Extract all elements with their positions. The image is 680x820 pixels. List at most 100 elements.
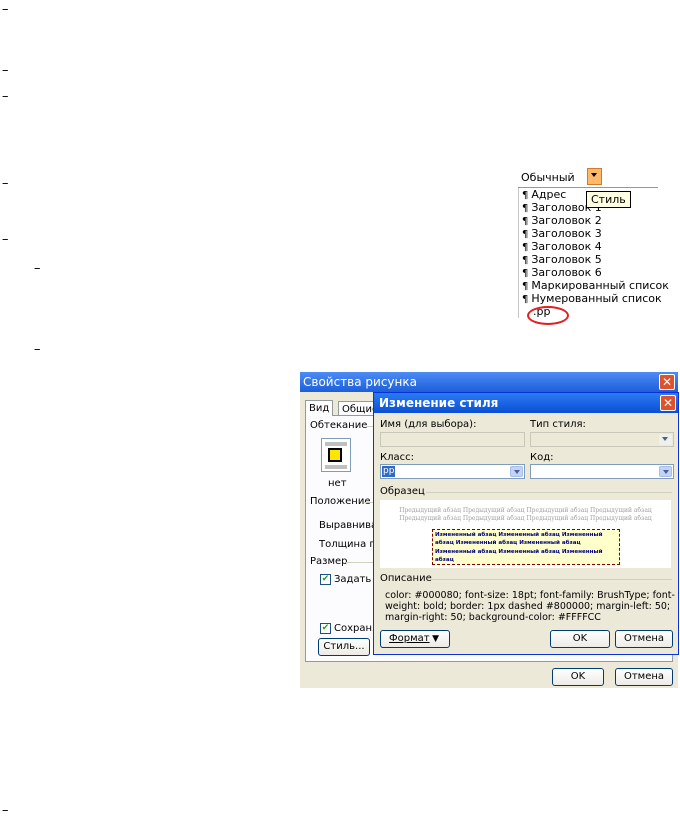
wrap-none-option[interactable]	[321, 438, 351, 472]
checkmark-icon: ✔	[321, 623, 330, 633]
wrap-group-label: Обтекание	[310, 420, 368, 431]
close-icon: ✕	[662, 396, 674, 410]
style-combo-arrow-button[interactable]	[587, 168, 602, 185]
keep-ratio-checkbox[interactable]: ✔	[320, 623, 331, 634]
style-combo[interactable]: Обычный	[518, 167, 658, 188]
chevron-down-icon	[662, 437, 668, 441]
dropdown-button	[510, 466, 523, 477]
style-ok-button[interactable]: OK	[550, 630, 610, 648]
code-select[interactable]	[530, 464, 674, 479]
chevron-down-icon	[514, 470, 520, 474]
modified-paragraph-line: абзац Измененный абзац Измененный абзац	[435, 540, 581, 547]
group-divider	[426, 492, 672, 493]
picture-dialog-close-button[interactable]: ✕	[659, 374, 675, 390]
set-size-checkbox[interactable]: ✔	[320, 574, 331, 585]
style-item-heading-2[interactable]: ¶ Заголовок 2	[519, 214, 659, 227]
style-item-heading-3[interactable]: ¶ Заголовок 3	[519, 227, 659, 240]
style-item-label: Адрес	[531, 188, 567, 201]
position-group-label: Положение	[310, 496, 371, 507]
chevron-down-icon	[591, 173, 597, 177]
highlight-circle	[527, 306, 569, 325]
pilcrow-icon: ¶	[522, 190, 529, 201]
pilcrow-icon: ¶	[522, 281, 529, 292]
dash-marker: –	[2, 63, 9, 78]
modified-paragraph-sample: Измененный абзац Измененный абзац Измене…	[432, 529, 620, 565]
pilcrow-icon: ¶	[522, 242, 529, 253]
class-label: Класс:	[380, 452, 414, 463]
pilcrow-icon: ¶	[522, 216, 529, 227]
style-item-heading-6[interactable]: ¶ Заголовок 6	[519, 266, 659, 279]
style-type-select[interactable]	[530, 432, 674, 447]
ok-label: OK	[572, 633, 588, 644]
dash-marker: –	[2, 176, 9, 191]
class-select-value: pp	[382, 466, 396, 477]
style-item-label: Заголовок 2	[531, 214, 602, 227]
description-group-label: Описание	[380, 573, 432, 584]
picture-icon	[328, 448, 342, 462]
style-description-text: color: #000080; font-size: 18pt; font-fa…	[385, 590, 675, 623]
pilcrow-icon: ¶	[522, 229, 529, 240]
group-divider	[346, 562, 376, 563]
picture-cancel-button[interactable]: Отмена	[615, 668, 673, 686]
style-item-label: Маркированный список	[531, 279, 669, 292]
modified-paragraph-line: Измененный абзац Измененный абзац Измене…	[435, 532, 603, 538]
tab-view[interactable]: Вид	[305, 400, 334, 416]
style-combo-value: Обычный	[521, 171, 575, 184]
style-dropdown-panel: Обычный ¶ Адрес ¶ Заголовок 1 ¶ Заголовок 2…	[518, 167, 669, 325]
dash-marker: –	[34, 342, 41, 357]
dash-marker: –	[2, 89, 9, 104]
wrap-none-label: нет	[328, 478, 347, 489]
previous-paragraph-text: Предыдущий абзац Предыдущий абзац Предыд…	[399, 507, 652, 514]
change-style-dialog: Изменение стиля ✕ Имя (для выбора): Тип …	[373, 392, 679, 655]
class-select[interactable]: pp	[380, 464, 525, 479]
group-divider	[430, 579, 672, 580]
previous-paragraph-text: Предыдущий абзац Предыдущий абзац Предыд…	[399, 515, 652, 522]
style-type-label: Тип стиля:	[530, 419, 586, 430]
close-icon: ✕	[661, 375, 673, 389]
dash-marker: –	[2, 232, 9, 247]
style-dialog-close-button[interactable]: ✕	[660, 395, 676, 411]
style-button[interactable]: Стиль...	[318, 638, 370, 656]
style-cancel-button[interactable]: Отмена	[615, 630, 673, 648]
picture-dialog-title: Свойства рисунка	[303, 375, 417, 389]
style-item-label: Заголовок 4	[531, 240, 602, 253]
format-menu-button[interactable]: Формат ▼	[380, 630, 450, 648]
style-tooltip: Стиль	[586, 191, 631, 208]
dropdown-button	[659, 434, 672, 445]
name-field[interactable]	[380, 432, 525, 447]
modified-paragraph-line: абзац	[435, 557, 454, 564]
style-sample-preview: Предыдущий абзац Предыдущий абзац Предыд…	[380, 500, 671, 568]
sample-group-label: Образец	[380, 486, 425, 497]
style-button-label: Стиль...	[323, 641, 365, 652]
style-item-heading-5[interactable]: ¶ Заголовок 5	[519, 253, 659, 266]
pilcrow-icon: ¶	[522, 203, 529, 214]
picture-dialog-titlebar: Свойства рисунка ✕	[300, 372, 678, 392]
style-dialog-title: Изменение стиля	[379, 396, 499, 410]
picture-ok-button[interactable]: OK	[552, 668, 604, 686]
name-label: Имя (для выбора):	[380, 419, 477, 430]
style-item-heading-4[interactable]: ¶ Заголовок 4	[519, 240, 659, 253]
style-item-bulleted-list[interactable]: ¶ Маркированный список	[519, 279, 669, 292]
cancel-label: Отмена	[623, 671, 665, 682]
cancel-label: Отмена	[623, 633, 665, 644]
modified-paragraph-line: Измененный абзац Измененный абзац Измене…	[435, 548, 603, 555]
dash-marker: –	[2, 2, 9, 17]
dropdown-button	[659, 466, 672, 477]
dash-marker: –	[2, 803, 9, 818]
pilcrow-icon: ¶	[522, 255, 529, 266]
pilcrow-icon: ¶	[522, 294, 529, 305]
tab-label: Вид	[309, 403, 330, 414]
text-lines-icon	[325, 442, 347, 446]
style-item-numbered-list[interactable]: ¶ Нумерованный список	[519, 292, 662, 305]
style-item-label: Заголовок 6	[531, 266, 602, 279]
format-button-label: Формат	[389, 633, 430, 644]
pilcrow-icon: ¶	[522, 268, 529, 279]
ok-label: OK	[570, 671, 586, 682]
style-dialog-titlebar: Изменение стиля ✕	[374, 393, 678, 413]
size-group-label: Размер	[310, 556, 348, 567]
checkmark-icon: ✔	[321, 574, 330, 584]
style-item-label: Заголовок 5	[531, 253, 602, 266]
chevron-down-icon	[663, 470, 669, 474]
style-item-label: Заголовок 3	[531, 227, 602, 240]
dash-marker: –	[34, 261, 41, 276]
